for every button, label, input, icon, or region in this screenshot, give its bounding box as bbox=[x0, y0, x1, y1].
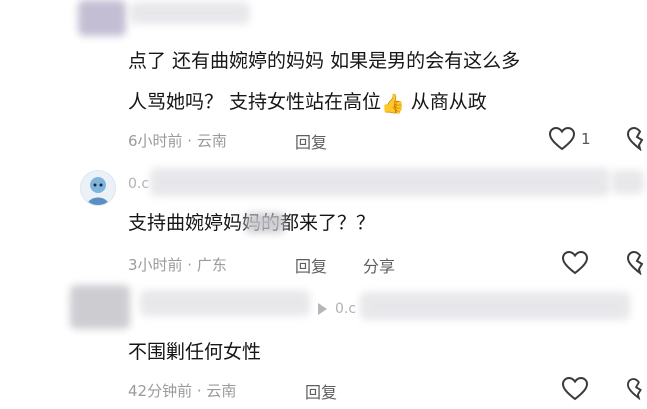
dislike-heart-icon[interactable] bbox=[627, 377, 647, 401]
like-heart-icon[interactable] bbox=[549, 127, 575, 151]
blurred-avatar bbox=[78, 0, 126, 36]
dislike-heart-icon[interactable] bbox=[627, 127, 647, 151]
dislike-heart-icon[interactable] bbox=[627, 251, 647, 275]
like-heart-icon[interactable] bbox=[562, 377, 588, 401]
comment-text-line-2: 人骂她吗？ 支持女性站在高位👍 从商从政 bbox=[128, 86, 487, 120]
blurred-quoted-text bbox=[150, 168, 610, 196]
username[interactable]: 0.c bbox=[128, 176, 149, 192]
comment-meta: 42分钟前 · 云南 bbox=[128, 382, 237, 400]
username[interactable]: 0.c bbox=[335, 301, 356, 317]
avatar[interactable] bbox=[80, 170, 116, 206]
comment-text-line-1: 点了 还有曲婉婷的妈妈 如果是男的会有这么多 bbox=[128, 50, 521, 72]
blurred-username bbox=[140, 290, 310, 316]
comment-text: 不围剿任何女性 bbox=[128, 341, 262, 363]
share-button[interactable]: 分享 bbox=[363, 253, 395, 277]
blurred-avatar bbox=[70, 285, 130, 329]
blurred-quoted-text-end bbox=[612, 170, 644, 194]
reply-button[interactable]: 回复 bbox=[295, 253, 327, 277]
reply-button[interactable]: 回复 bbox=[295, 129, 327, 153]
blurred-quoted-text bbox=[360, 292, 630, 320]
comment-meta: 3小时前 · 广东 bbox=[128, 256, 227, 274]
blurred-word bbox=[245, 213, 285, 233]
thumbs-up-emoji: 👍 bbox=[381, 93, 405, 115]
like-count: 1 bbox=[581, 130, 591, 148]
reply-button[interactable]: 回复 bbox=[305, 379, 337, 403]
like-heart-icon[interactable] bbox=[562, 251, 588, 275]
blurred-username bbox=[130, 2, 250, 24]
play-icon bbox=[318, 303, 327, 315]
comment-meta: 6小时前 · 云南 bbox=[128, 132, 227, 150]
